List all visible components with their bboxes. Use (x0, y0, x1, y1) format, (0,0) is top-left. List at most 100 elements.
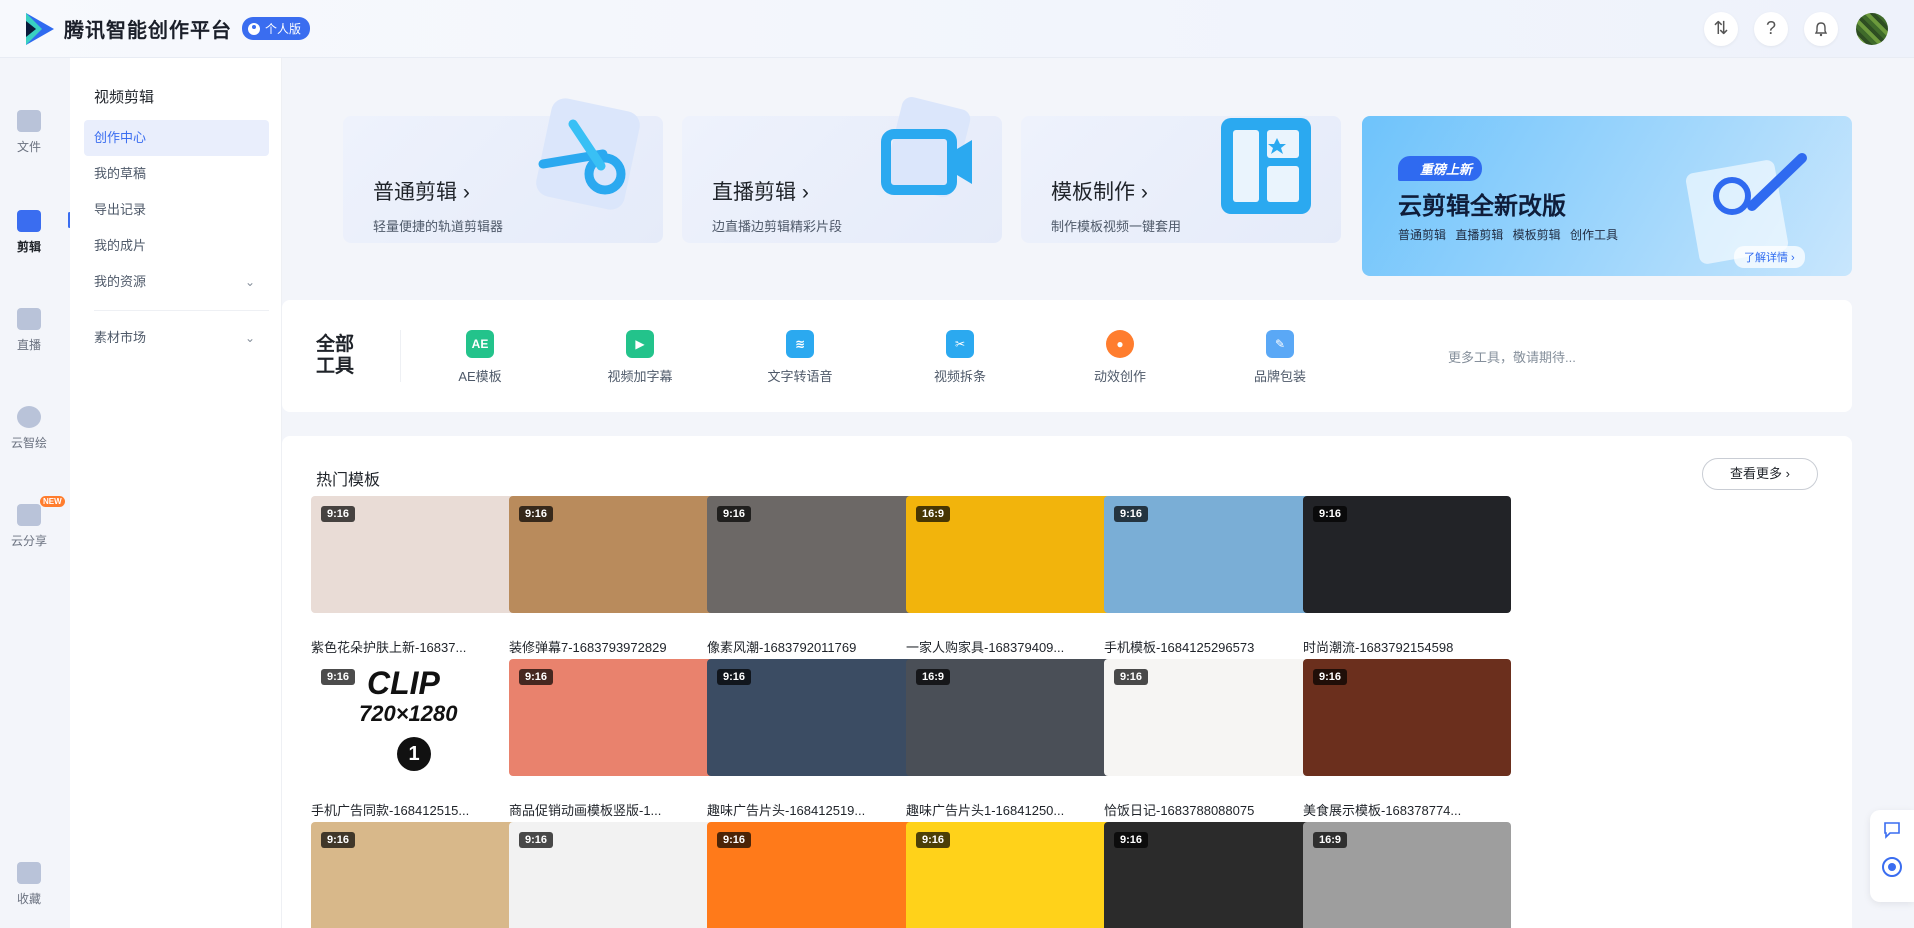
main-content: 普通剪辑 › 轻量便捷的轨道剪辑器 直播剪辑 › 边直播边剪辑精彩片段 模板制作… (282, 58, 1914, 928)
template-thumbnail[interactable]: 9:16 (906, 822, 1114, 928)
template-card[interactable]: 9:16像素风潮-16837920117692024-01-23 11:55:1… (707, 496, 915, 677)
template-card[interactable]: 9:16 (906, 822, 1114, 928)
subnav-item-my-videos[interactable]: 我的成片 (84, 228, 269, 264)
template-card[interactable]: 9:16商品促销动画模板竖版-1...2024-01-23 11:54:06更新 (509, 659, 717, 840)
template-name[interactable]: 紫色花朵护肤上新-16837... (311, 637, 519, 656)
template-thumbnail[interactable]: 9:16 (1104, 496, 1312, 613)
promo-tag: 重磅上新 (1398, 156, 1483, 181)
aspect-ratio-badge: 9:16 (1313, 506, 1348, 522)
see-more-button[interactable]: 查看更多 › (1702, 458, 1818, 490)
template-thumbnail[interactable]: 9:16 (509, 496, 717, 613)
chevron-down-icon: ⌄ (244, 331, 255, 345)
logo[interactable]: 腾讯智能创作平台 个人版 (22, 11, 311, 47)
template-name[interactable]: 恰饭日记-1683788088075 (1104, 800, 1312, 819)
template-card[interactable]: 9:16紫色花朵护肤上新-16837...2024-01-23 11:55:16… (311, 496, 519, 677)
promo-details-link[interactable]: 了解详情 › (1734, 246, 1805, 268)
template-card[interactable]: 9:16 (707, 822, 915, 928)
rail-item-favorites[interactable]: 收藏 (0, 862, 58, 907)
template-thumbnail[interactable]: 9:16 (1303, 659, 1511, 776)
subnav-item-my-resources[interactable]: 我的资源 ⌄ (84, 264, 269, 300)
banner-subtitle: 边直播边剪辑精彩片段 (712, 219, 843, 234)
template-name[interactable]: 手机广告同款-168412515... (311, 800, 519, 819)
template-card[interactable]: 9:16美食展示模板-168378774...2024-01-23 11:52:… (1303, 659, 1511, 840)
template-card[interactable]: 16:9 (1303, 822, 1511, 928)
bell-icon[interactable] (1804, 11, 1838, 46)
template-name[interactable]: 美食展示模板-168378774... (1303, 800, 1511, 819)
template-thumbnail[interactable]: 9:16 (707, 496, 915, 613)
banner-normal-edit[interactable]: 普通剪辑 › 轻量便捷的轨道剪辑器 (343, 98, 663, 243)
scissors-icon (533, 94, 643, 224)
share-icon (17, 504, 41, 526)
template-name[interactable]: 趣味广告片头1-16841250... (906, 800, 1114, 819)
template-thumbnail[interactable]: 16:9 (906, 496, 1114, 613)
template-name[interactable]: 时尚潮流-1683792154598 (1303, 637, 1511, 656)
template-name[interactable]: 一家人购家具-168379409... (906, 637, 1114, 656)
folder-icon (17, 110, 41, 132)
banner-subtitle: 轻量便捷的轨道剪辑器 (373, 219, 504, 234)
rail-item-file[interactable]: 文件 (0, 110, 58, 155)
sort-icon[interactable]: ⇅ (1704, 11, 1738, 46)
template-thumbnail[interactable]: 9:16 (509, 822, 717, 928)
subnav-item-export-records[interactable]: 导出记录 (84, 192, 269, 228)
paint-icon (17, 406, 41, 428)
promo-banner[interactable]: 重磅上新 云剪辑全新改版 普通剪辑 直播剪辑 模板剪辑 创作工具 了解详情 › (1362, 116, 1852, 276)
template-thumbnail[interactable]: 9:16 (509, 659, 717, 776)
template-name[interactable]: 趣味广告片头-168412519... (707, 800, 915, 819)
template-card[interactable]: 9:16 (1104, 822, 1312, 928)
support-icon[interactable] (1881, 856, 1903, 878)
rail-item-share[interactable]: NEW 云分享 (0, 496, 65, 549)
template-thumbnail[interactable]: 9:16 (707, 659, 915, 776)
template-thumbnail[interactable]: 9:16 (311, 822, 519, 928)
template-thumbnail[interactable]: 9:16 (1104, 659, 1312, 776)
template-card[interactable]: 16:9趣味广告片头1-16841250...2024-01-23 11:52:… (906, 659, 1114, 840)
app-title: 腾讯智能创作平台 (64, 20, 232, 42)
rail-item-paint[interactable]: 云智绘 (0, 406, 58, 451)
subnav-item-drafts[interactable]: 我的草稿 (84, 156, 269, 192)
banner-live-edit[interactable]: 直播剪辑 › 边直播边剪辑精彩片段 (682, 97, 1002, 243)
template-thumbnail[interactable]: 16:9 (1303, 822, 1511, 928)
tools-bar: 全部 工具 AE AE模板 ▶ 视频加字幕 ≋ 文字转语音 ✂ 视频拆条 ● 动… (282, 300, 1852, 412)
waveform-icon: ≋ (786, 330, 814, 358)
template-card[interactable]: 9:16 (311, 822, 519, 928)
template-card[interactable]: 9:16恰饭日记-16837880880752024-01-23 11:52:5… (1104, 659, 1312, 840)
tool-motion-creation[interactable]: ● 动效创作 (1060, 330, 1180, 385)
rail-item-live[interactable]: 直播 (0, 308, 58, 353)
aspect-ratio-badge: 9:16 (1114, 669, 1149, 685)
template-card[interactable]: 9:16趣味广告片头-168412519...2024-01-23 11:54:… (707, 659, 915, 840)
template-thumbnail[interactable]: 9:16 (1104, 822, 1312, 928)
template-card[interactable]: 9:16时尚潮流-16837921545982024-01-23 11:54:4… (1303, 496, 1511, 677)
template-thumbnail[interactable]: 9:16 (311, 496, 519, 613)
scissors-icon (17, 210, 41, 232)
template-thumbnail[interactable]: CLIP 720×1280 1 9:16 (311, 659, 519, 776)
template-name[interactable]: 像素风潮-1683792011769 (707, 637, 915, 656)
template-layout-icon (1211, 94, 1321, 224)
template-card[interactable]: 9:16装修弹幕7-16837939728292024-01-23 11:55:… (509, 496, 717, 677)
tool-ae-template[interactable]: AE AE模板 (420, 330, 540, 385)
help-icon[interactable]: ? (1754, 11, 1788, 46)
template-name[interactable]: 装修弹幕7-1683793972829 (509, 637, 717, 656)
aspect-ratio-badge: 9:16 (1114, 506, 1149, 522)
template-card[interactable]: CLIP720×128019:16手机广告同款-168412515...2024… (311, 659, 519, 840)
subtitle-icon: ▶ (626, 330, 654, 358)
tool-video-split[interactable]: ✂ 视频拆条 (900, 330, 1020, 385)
template-card[interactable]: 16:9一家人购家具-168379409...2024-01-23 11:54:… (906, 496, 1114, 677)
rail-item-edit[interactable]: 剪辑 (0, 210, 58, 255)
subnav-item-material-market[interactable]: 素材市场 ⌄ (84, 320, 269, 356)
tool-brand-package[interactable]: ✎ 品牌包装 (1220, 330, 1340, 385)
tools-divider (400, 330, 401, 382)
chat-icon[interactable] (1881, 820, 1903, 842)
tool-text-to-speech[interactable]: ≋ 文字转语音 (740, 330, 860, 385)
avatar[interactable] (1856, 12, 1888, 45)
template-thumbnail[interactable]: 9:16 (1303, 496, 1511, 613)
template-card[interactable]: 9:16手机模板-16841252965732024-01-23 11:54:4… (1104, 496, 1312, 677)
template-thumbnail[interactable]: 16:9 (906, 659, 1114, 776)
scissors-icon: ✂ (946, 330, 974, 358)
banner-template-make[interactable]: 模板制作 › 制作模板视频一键套用 (1021, 116, 1341, 243)
aspect-ratio-badge: 9:16 (916, 832, 951, 848)
tool-add-subtitle[interactable]: ▶ 视频加字幕 (580, 330, 700, 385)
template-thumbnail[interactable]: 9:16 (707, 822, 915, 928)
template-card[interactable]: 9:16 (509, 822, 717, 928)
template-name[interactable]: 商品促销动画模板竖版-1... (509, 800, 717, 819)
subnav-item-creation-center[interactable]: 创作中心 (84, 120, 269, 156)
template-name[interactable]: 手机模板-1684125296573 (1104, 637, 1312, 656)
